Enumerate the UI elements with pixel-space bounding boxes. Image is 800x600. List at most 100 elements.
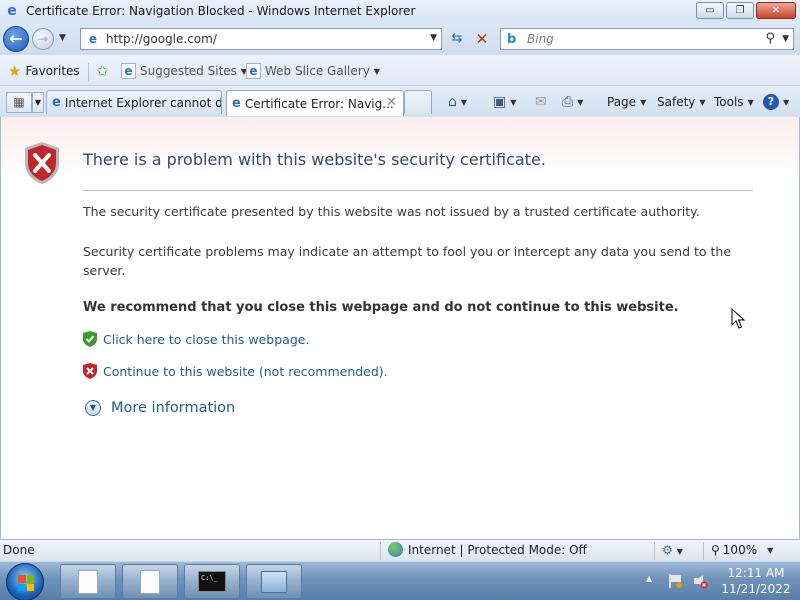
expand-chevron-icon: ▼ [85, 400, 101, 416]
tools-menu-label: Tools [714, 95, 744, 109]
tab-bar: ▦ ▼ e Internet Explorer cannot di... e C… [0, 86, 800, 117]
red-shield-icon [83, 363, 97, 379]
divider [83, 190, 753, 191]
refresh-icon[interactable]: ⇆ [446, 29, 468, 49]
status-text: Done [3, 543, 35, 557]
security-zone[interactable]: Internet | Protected Mode: Off [388, 542, 587, 557]
add-favorite-icon: ✩ [96, 62, 109, 80]
home-button[interactable]: ⌂ ▼ [448, 92, 467, 112]
show-hidden-icons-button[interactable]: ▲ [646, 574, 652, 583]
address-dropdown-icon[interactable]: ▼ [430, 33, 437, 43]
taskbar: C:\_ ▲ 12:11 AM 11/21/2022 [0, 561, 800, 600]
ie-tab-icon: e [52, 95, 61, 110]
feeds-button[interactable]: ▣ ▼ [493, 92, 516, 112]
taskbar-item-document-2[interactable] [122, 564, 178, 599]
page-menu[interactable]: Page ▼ [607, 92, 646, 112]
help-button[interactable]: ? ▼ [763, 92, 789, 112]
new-tab-button[interactable] [404, 90, 432, 114]
tab-list-dropdown[interactable]: ▼ [32, 92, 44, 113]
tab-label: Certificate Error: Navig... [244, 96, 394, 111]
read-mail-button[interactable]: ✉ [535, 92, 547, 112]
action-center-flag-icon[interactable] [668, 573, 683, 589]
favorites-label: Favorites [25, 64, 80, 78]
mail-icon: ✉ [535, 94, 547, 110]
rss-icon: ▣ [493, 94, 507, 110]
chevron-down-icon: ▼ [747, 97, 754, 107]
quick-tabs-button[interactable]: ▦ [6, 92, 32, 113]
web-slice-gallery-button[interactable]: e Web Slice Gallery ▼ [246, 61, 380, 81]
page-title: There is a problem with this website's s… [83, 150, 546, 169]
maximize-button[interactable]: ❐ [726, 2, 754, 19]
page-menu-label: Page [607, 95, 637, 109]
recommendation-text: We recommend that you close this webpage… [83, 300, 679, 315]
page-icon: e [88, 32, 98, 46]
bing-icon: b [507, 31, 517, 47]
tools-menu[interactable]: Tools ▼ [714, 92, 754, 112]
green-shield-icon [83, 331, 97, 347]
close-tab-icon[interactable]: ✕ [386, 95, 397, 110]
chevron-down-icon: ▼ [640, 97, 647, 107]
document-icon [78, 569, 98, 594]
chevron-down-icon: ▼ [767, 545, 774, 555]
tab-certificate-error[interactable]: e Certificate Error: Navig... ✕ [226, 90, 404, 116]
continue-to-website-link[interactable]: Continue to this website (not recommende… [103, 364, 388, 379]
zoom-icon: ⚲ [711, 543, 720, 557]
cert-warning: Security certificate problems may indica… [83, 244, 732, 278]
address-toolbar: ← → ▼ e http://google.com/ ▼ ⇆ ✕ b Bing … [0, 22, 800, 55]
network-window-icon [261, 570, 287, 593]
clock[interactable]: 12:11 AM 11/21/2022 [716, 565, 796, 597]
add-to-favorites-bar-button[interactable]: ✩ [96, 61, 109, 81]
search-dropdown-icon[interactable]: ▼ [782, 34, 789, 44]
network-status-icon[interactable] [692, 573, 708, 589]
suggested-sites-label: Suggested Sites [140, 64, 237, 78]
recent-pages-dropdown[interactable]: ▼ [59, 33, 66, 43]
home-icon: ⌂ [448, 94, 457, 110]
windows-logo-icon [18, 575, 34, 591]
error-shield-icon [25, 142, 59, 184]
divider [654, 542, 655, 560]
clock-time: 12:11 AM [727, 566, 785, 580]
tab-label: Internet Explorer cannot di... [64, 95, 222, 110]
safety-menu[interactable]: Safety ▼ [657, 92, 706, 112]
chevron-down-icon: ▼ [699, 97, 706, 107]
search-input[interactable]: b Bing ⚲ ▼ [500, 28, 794, 50]
cert-explanation: The security certificate presented by th… [83, 204, 700, 219]
start-button[interactable] [6, 563, 44, 600]
stop-icon[interactable]: ✕ [471, 29, 493, 49]
favorites-button[interactable]: ★ Favorites [8, 61, 80, 81]
more-information-toggle[interactable]: ▼ More information [85, 400, 235, 416]
close-webpage-link-row[interactable]: Click here to close this webpage. [83, 331, 309, 347]
taskbar-item-document-1[interactable] [60, 564, 116, 599]
taskbar-item-network[interactable] [246, 564, 302, 599]
divider [380, 542, 381, 560]
zoom-level: 100% [722, 543, 758, 557]
back-button[interactable]: ← [3, 26, 29, 52]
favorites-bar: ★ Favorites ✩ e Suggested Sites ▼ e Web … [0, 55, 800, 86]
document-icon [140, 569, 160, 594]
ie-page-icon: e [246, 63, 261, 79]
title-bar: e Certificate Error: Navigation Blocked … [0, 0, 800, 22]
ie-page-icon: e [121, 63, 136, 79]
search-icon[interactable]: ⚲ [765, 31, 775, 46]
divider [88, 63, 89, 81]
web-slice-gallery-label: Web Slice Gallery [265, 64, 370, 78]
forward-button[interactable]: → [32, 28, 54, 50]
ie-logo-icon: e [7, 3, 17, 19]
url-text[interactable]: http://google.com/ [106, 32, 217, 46]
close-webpage-link[interactable]: Click here to close this webpage. [103, 332, 309, 347]
chevron-down-icon: ▼ [577, 97, 584, 107]
print-button[interactable]: ⎙ ▼ [562, 92, 583, 112]
continue-link-row[interactable]: Continue to this website (not recommende… [83, 363, 388, 379]
status-bar: Done Internet | Protected Mode: Off ⚙ ▼ ⚲… [0, 539, 800, 561]
minimize-button[interactable]: ▭ [696, 2, 724, 19]
close-window-button[interactable]: ✕ [756, 2, 796, 19]
chevron-down-icon: ▼ [783, 97, 790, 107]
zoom-button[interactable]: ⚲ 100% ▼ [711, 543, 773, 557]
taskbar-item-command-prompt[interactable]: C:\_ [184, 564, 240, 599]
protected-mode-button[interactable]: ⚙ ▼ [662, 543, 683, 557]
tab-ie-cannot-display[interactable]: e Internet Explorer cannot di... [46, 90, 222, 114]
security-icon: ⚙ [662, 543, 673, 557]
system-tray: ▲ 12:11 AM 11/21/2022 [640, 562, 800, 600]
suggested-sites-button[interactable]: e Suggested Sites ▼ [121, 61, 247, 81]
address-field[interactable]: e http://google.com/ ▼ [80, 28, 442, 50]
